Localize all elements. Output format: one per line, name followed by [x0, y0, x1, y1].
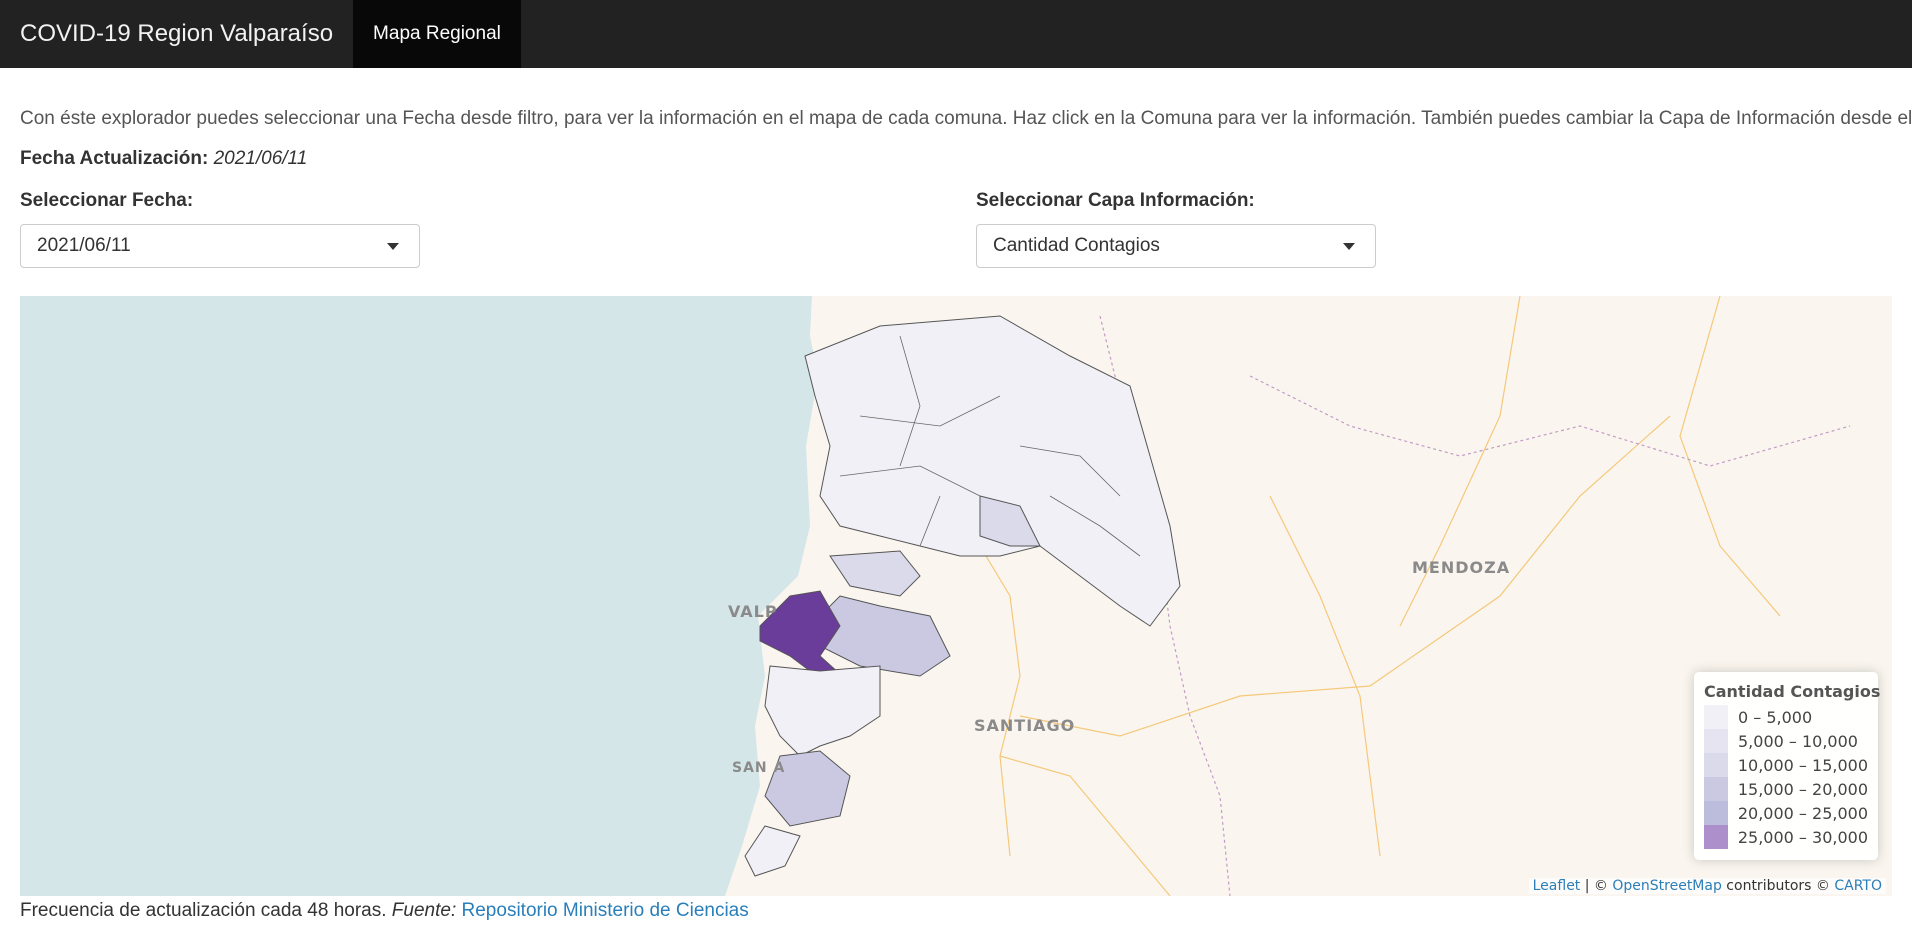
- legend-item: 5,000 – 10,000: [1704, 729, 1868, 753]
- chevron-down-icon: [387, 243, 399, 250]
- osm-link[interactable]: OpenStreetMap: [1612, 878, 1721, 894]
- legend-label: 5,000 – 10,000: [1738, 731, 1858, 751]
- ocean: [20, 296, 818, 896]
- legend-swatch: [1704, 705, 1728, 729]
- legend-title: Cantidad Contagios: [1704, 682, 1881, 701]
- layer-select-value: Cantidad Contagios: [993, 235, 1160, 256]
- source-link[interactable]: Repositorio Ministerio de Ciencias: [462, 900, 749, 921]
- map-legend: Cantidad Contagios 0 – 5,000 5,000 – 10,…: [1694, 672, 1881, 860]
- layer-select[interactable]: Cantidad Contagios: [976, 224, 1376, 268]
- map-attribution: Leaflet | © OpenStreetMap contributors ©…: [1528, 878, 1886, 894]
- place-label-valparaiso: VALP: [728, 602, 778, 621]
- tab-mapa-regional[interactable]: Mapa Regional: [353, 0, 521, 68]
- update-value: 2021/06/11: [213, 148, 308, 169]
- legend-item: 0 – 5,000: [1704, 705, 1868, 729]
- date-filter-label: Seleccionar Fecha:: [20, 190, 194, 211]
- date-select[interactable]: 2021/06/11: [20, 224, 420, 268]
- map-canvas[interactable]: [20, 296, 1892, 896]
- legend-label: 15,000 – 20,000: [1737, 779, 1868, 799]
- carto-link[interactable]: CARTO: [1834, 878, 1882, 894]
- legend-item: 20,000 – 25,000: [1704, 801, 1868, 825]
- legend-swatch: [1704, 825, 1728, 849]
- place-label-san-antonio: SAN A: [732, 760, 786, 776]
- source-label: Fuente:: [391, 900, 457, 921]
- footer-text: Frecuencia de actualización cada 48 hora…: [20, 900, 387, 921]
- legend-item: 25,000 – 30,000: [1704, 825, 1868, 849]
- place-label-mendoza: MENDOZA: [1412, 558, 1511, 577]
- attribution-mid: contributors ©: [1721, 878, 1835, 894]
- chevron-down-icon: [1343, 243, 1355, 250]
- leaflet-link[interactable]: Leaflet: [1533, 878, 1581, 894]
- intro-text: Con éste explorador puedes seleccionar u…: [20, 108, 1912, 129]
- place-label-santiago: SANTIAGO: [974, 716, 1076, 735]
- layer-filter-label: Seleccionar Capa Información:: [976, 190, 1255, 211]
- attribution-separator: | ©: [1580, 878, 1613, 894]
- app-title[interactable]: COVID-19 Region Valparaíso: [0, 0, 353, 68]
- legend-swatch: [1704, 777, 1728, 801]
- legend-swatch: [1704, 729, 1728, 753]
- legend-label: 25,000 – 30,000: [1737, 827, 1868, 847]
- legend-item: 10,000 – 15,000: [1704, 753, 1868, 777]
- footer: Frecuencia de actualización cada 48 hora…: [20, 900, 749, 922]
- legend-swatch: [1704, 801, 1728, 825]
- legend-item: 15,000 – 20,000: [1704, 777, 1868, 801]
- legend-label: 0 – 5,000: [1738, 707, 1813, 727]
- legend-label: 10,000 – 15,000: [1737, 755, 1868, 775]
- update-label: Fecha Actualización:: [20, 148, 209, 169]
- legend-swatch: [1704, 753, 1728, 777]
- map-container[interactable]: MENDOZA VALP SANTIAGO SAN A Cantidad Con…: [20, 296, 1892, 896]
- update-date: Fecha Actualización: 2021/06/11: [20, 148, 307, 170]
- navbar: COVID-19 Region Valparaíso Mapa Regional: [0, 0, 1912, 68]
- legend-label: 20,000 – 25,000: [1737, 803, 1868, 823]
- date-select-value: 2021/06/11: [37, 235, 131, 256]
